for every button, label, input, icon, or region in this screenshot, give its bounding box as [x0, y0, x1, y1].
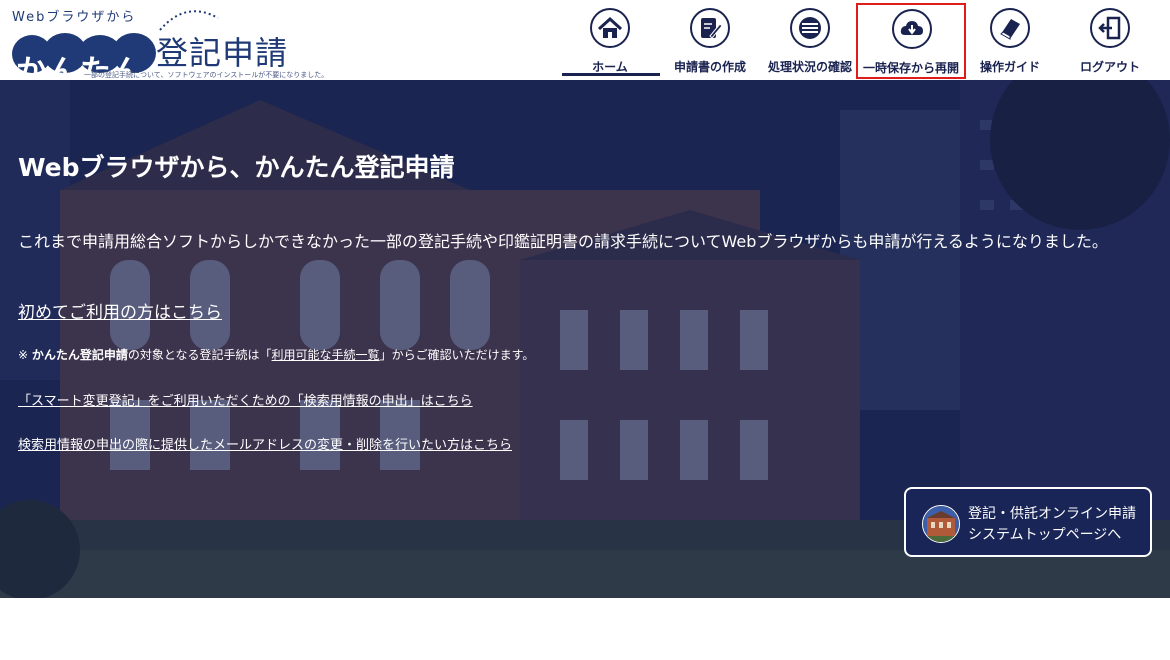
nav-active-underline: [562, 73, 660, 76]
hero-section: Webブラウザから、かんたん登記申請 これまで申請用総合ソフトからしかできなかっ…: [0, 80, 1170, 598]
logo-top-text: Webブラウザから: [12, 10, 137, 25]
nav-operation-guide[interactable]: 操作ガイド: [960, 0, 1060, 78]
logout-icon: [1090, 8, 1130, 48]
header: Webブラウザから かんたん 登記申請 一部の登記手続について、ソフトウェアのイ…: [0, 0, 1170, 90]
nav-create-application[interactable]: 申請書の作成: [660, 0, 760, 78]
email-change-delete-link[interactable]: 検索用情報の申出の際に提供したメールアドレスの変更・削除を行いたい方はこちら: [18, 438, 512, 453]
edit-document-icon: [690, 8, 730, 48]
nav-check-status-label: 処理状況の確認: [767, 60, 852, 74]
hero-title: Webブラウザから、かんたん登記申請: [18, 153, 455, 182]
logo-kantan-bubble: かんたん: [10, 26, 160, 90]
procedures-note: ※ かんたん登記申請の対象となる登記手続は「利用可能な手続一覧」からご確認いただ…: [18, 346, 534, 363]
note-suffix-text: 」からご確認いただけます。: [379, 348, 535, 362]
system-top-button-line2: システムトップページへ: [968, 527, 1122, 543]
available-procedures-link[interactable]: 利用可能な手続一覧: [272, 348, 380, 362]
building-thumbnail-icon: [922, 505, 960, 543]
nav-logout[interactable]: ログアウト: [1060, 0, 1160, 78]
nav-check-status[interactable]: 処理状況の確認: [760, 0, 860, 78]
nav-home[interactable]: ホーム: [560, 0, 660, 78]
first-time-user-link[interactable]: 初めてご利用の方はこちら: [18, 303, 222, 323]
system-top-button-line1: 登記・供託オンライン申請: [968, 506, 1136, 522]
note-bold-service-name: かんたん登記申請: [31, 348, 128, 362]
list-status-icon: [790, 8, 830, 48]
system-top-page-button[interactable]: 登記・供託オンライン申請 システムトップページへ: [904, 487, 1152, 557]
note-prefix: ※: [18, 348, 32, 362]
nav-operation-guide-label: 操作ガイド: [979, 60, 1040, 74]
smart-change-registration-link[interactable]: 「スマート変更登記」をご利用いただくための「検索用情報の申出」はこちら: [18, 394, 473, 409]
nav-logout-label: ログアウト: [1079, 60, 1140, 74]
hero-description: これまで申請用総合ソフトからしかできなかった一部の登記手続や印鑑証明書の請求手続…: [18, 232, 1108, 251]
book-icon: [990, 8, 1030, 48]
home-icon: [590, 8, 630, 48]
logo-tagline: 一部の登記手続について、ソフトウェアのインストールが不要になりました。: [84, 71, 329, 79]
site-logo[interactable]: Webブラウザから かんたん 登記申請 一部の登記手続について、ソフトウェアのイ…: [6, 4, 328, 90]
logo-touki-text: 登記申請: [156, 34, 289, 72]
cloud-download-icon: [892, 9, 932, 49]
nav-resume-saved-label: 一時保存から再開: [862, 61, 959, 75]
nav-create-application-label: 申請書の作成: [673, 60, 746, 74]
note-middle-text: の対象となる登記手続は「: [127, 348, 272, 362]
nav-resume-saved[interactable]: 一時保存から再開: [856, 3, 966, 79]
